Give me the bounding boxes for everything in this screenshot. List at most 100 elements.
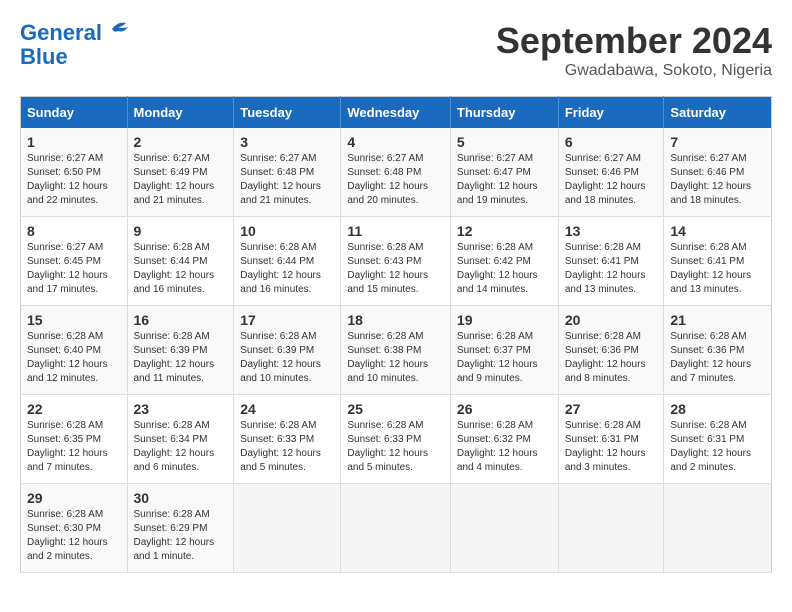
day-number: 11	[347, 223, 444, 239]
day-info: Sunrise: 6:28 AMSunset: 6:41 PMDaylight:…	[670, 242, 751, 295]
weekday-header: Thursday	[450, 97, 558, 129]
day-info: Sunrise: 6:28 AMSunset: 6:31 PMDaylight:…	[565, 420, 646, 473]
calendar-day-cell: 25 Sunrise: 6:28 AMSunset: 6:33 PMDaylig…	[341, 395, 451, 484]
calendar-day-cell	[341, 484, 451, 573]
day-info: Sunrise: 6:28 AMSunset: 6:44 PMDaylight:…	[134, 242, 215, 295]
calendar-day-cell: 7 Sunrise: 6:27 AMSunset: 6:46 PMDayligh…	[664, 128, 772, 217]
weekday-header: Saturday	[664, 97, 772, 129]
day-info: Sunrise: 6:28 AMSunset: 6:42 PMDaylight:…	[457, 242, 538, 295]
day-info: Sunrise: 6:28 AMSunset: 6:32 PMDaylight:…	[457, 420, 538, 473]
day-number: 15	[27, 312, 121, 328]
day-number: 24	[240, 401, 334, 417]
day-number: 6	[565, 134, 658, 150]
calendar-day-cell: 23 Sunrise: 6:28 AMSunset: 6:34 PMDaylig…	[127, 395, 234, 484]
calendar-day-cell: 30 Sunrise: 6:28 AMSunset: 6:29 PMDaylig…	[127, 484, 234, 573]
calendar-day-cell: 16 Sunrise: 6:28 AMSunset: 6:39 PMDaylig…	[127, 306, 234, 395]
calendar-day-cell: 9 Sunrise: 6:28 AMSunset: 6:44 PMDayligh…	[127, 217, 234, 306]
day-number: 19	[457, 312, 552, 328]
calendar-day-cell: 18 Sunrise: 6:28 AMSunset: 6:38 PMDaylig…	[341, 306, 451, 395]
day-number: 28	[670, 401, 765, 417]
day-info: Sunrise: 6:28 AMSunset: 6:39 PMDaylight:…	[240, 331, 321, 384]
calendar-day-cell: 21 Sunrise: 6:28 AMSunset: 6:36 PMDaylig…	[664, 306, 772, 395]
calendar-day-cell: 14 Sunrise: 6:28 AMSunset: 6:41 PMDaylig…	[664, 217, 772, 306]
day-info: Sunrise: 6:27 AMSunset: 6:48 PMDaylight:…	[347, 153, 428, 206]
day-number: 14	[670, 223, 765, 239]
calendar-day-cell	[558, 484, 664, 573]
day-info: Sunrise: 6:28 AMSunset: 6:33 PMDaylight:…	[347, 420, 428, 473]
day-number: 10	[240, 223, 334, 239]
day-info: Sunrise: 6:27 AMSunset: 6:49 PMDaylight:…	[134, 153, 215, 206]
calendar-day-cell: 4 Sunrise: 6:27 AMSunset: 6:48 PMDayligh…	[341, 128, 451, 217]
location: Gwadabawa, Sokoto, Nigeria	[496, 62, 772, 80]
calendar-day-cell: 10 Sunrise: 6:28 AMSunset: 6:44 PMDaylig…	[234, 217, 341, 306]
day-info: Sunrise: 6:27 AMSunset: 6:46 PMDaylight:…	[670, 153, 751, 206]
day-info: Sunrise: 6:28 AMSunset: 6:34 PMDaylight:…	[134, 420, 215, 473]
day-info: Sunrise: 6:28 AMSunset: 6:44 PMDaylight:…	[240, 242, 321, 295]
day-number: 22	[27, 401, 121, 417]
day-info: Sunrise: 6:28 AMSunset: 6:38 PMDaylight:…	[347, 331, 428, 384]
day-info: Sunrise: 6:28 AMSunset: 6:39 PMDaylight:…	[134, 331, 215, 384]
calendar-day-cell: 20 Sunrise: 6:28 AMSunset: 6:36 PMDaylig…	[558, 306, 664, 395]
calendar-day-cell	[664, 484, 772, 573]
day-number: 1	[27, 134, 121, 150]
day-info: Sunrise: 6:28 AMSunset: 6:41 PMDaylight:…	[565, 242, 646, 295]
day-number: 13	[565, 223, 658, 239]
weekday-header: Friday	[558, 97, 664, 129]
calendar-header-row: SundayMondayTuesdayWednesdayThursdayFrid…	[21, 97, 772, 129]
day-number: 29	[27, 490, 121, 506]
title-area: September 2024 Gwadabawa, Sokoto, Nigeri…	[496, 20, 772, 80]
day-number: 8	[27, 223, 121, 239]
day-number: 4	[347, 134, 444, 150]
day-number: 5	[457, 134, 552, 150]
day-number: 2	[134, 134, 228, 150]
calendar-day-cell: 5 Sunrise: 6:27 AMSunset: 6:47 PMDayligh…	[450, 128, 558, 217]
day-info: Sunrise: 6:27 AMSunset: 6:45 PMDaylight:…	[27, 242, 108, 295]
calendar-day-cell: 29 Sunrise: 6:28 AMSunset: 6:30 PMDaylig…	[21, 484, 128, 573]
calendar-day-cell: 1 Sunrise: 6:27 AMSunset: 6:50 PMDayligh…	[21, 128, 128, 217]
day-number: 17	[240, 312, 334, 328]
day-info: Sunrise: 6:27 AMSunset: 6:46 PMDaylight:…	[565, 153, 646, 206]
day-info: Sunrise: 6:27 AMSunset: 6:50 PMDaylight:…	[27, 153, 108, 206]
calendar-day-cell: 19 Sunrise: 6:28 AMSunset: 6:37 PMDaylig…	[450, 306, 558, 395]
calendar-day-cell: 27 Sunrise: 6:28 AMSunset: 6:31 PMDaylig…	[558, 395, 664, 484]
day-number: 27	[565, 401, 658, 417]
day-info: Sunrise: 6:27 AMSunset: 6:47 PMDaylight:…	[457, 153, 538, 206]
calendar-week-row: 1 Sunrise: 6:27 AMSunset: 6:50 PMDayligh…	[21, 128, 772, 217]
calendar-day-cell: 11 Sunrise: 6:28 AMSunset: 6:43 PMDaylig…	[341, 217, 451, 306]
calendar-table: SundayMondayTuesdayWednesdayThursdayFrid…	[20, 96, 772, 573]
logo-blue-text: Blue	[20, 44, 68, 69]
calendar-day-cell	[234, 484, 341, 573]
day-info: Sunrise: 6:28 AMSunset: 6:36 PMDaylight:…	[565, 331, 646, 384]
page-header: General Blue September 2024 Gwadabawa, S…	[20, 20, 772, 80]
calendar-day-cell: 8 Sunrise: 6:27 AMSunset: 6:45 PMDayligh…	[21, 217, 128, 306]
logo-text: General	[20, 20, 102, 46]
weekday-header: Wednesday	[341, 97, 451, 129]
day-info: Sunrise: 6:28 AMSunset: 6:36 PMDaylight:…	[670, 331, 751, 384]
day-info: Sunrise: 6:28 AMSunset: 6:37 PMDaylight:…	[457, 331, 538, 384]
calendar-week-row: 8 Sunrise: 6:27 AMSunset: 6:45 PMDayligh…	[21, 217, 772, 306]
weekday-header: Sunday	[21, 97, 128, 129]
day-number: 9	[134, 223, 228, 239]
weekday-header: Monday	[127, 97, 234, 129]
calendar-week-row: 29 Sunrise: 6:28 AMSunset: 6:30 PMDaylig…	[21, 484, 772, 573]
day-info: Sunrise: 6:28 AMSunset: 6:29 PMDaylight:…	[134, 509, 215, 562]
calendar-day-cell: 24 Sunrise: 6:28 AMSunset: 6:33 PMDaylig…	[234, 395, 341, 484]
calendar-day-cell	[450, 484, 558, 573]
day-info: Sunrise: 6:28 AMSunset: 6:35 PMDaylight:…	[27, 420, 108, 473]
calendar-day-cell: 15 Sunrise: 6:28 AMSunset: 6:40 PMDaylig…	[21, 306, 128, 395]
day-number: 12	[457, 223, 552, 239]
day-info: Sunrise: 6:28 AMSunset: 6:40 PMDaylight:…	[27, 331, 108, 384]
calendar-day-cell: 2 Sunrise: 6:27 AMSunset: 6:49 PMDayligh…	[127, 128, 234, 217]
logo-bird-icon	[104, 19, 132, 39]
calendar-day-cell: 26 Sunrise: 6:28 AMSunset: 6:32 PMDaylig…	[450, 395, 558, 484]
calendar-day-cell: 6 Sunrise: 6:27 AMSunset: 6:46 PMDayligh…	[558, 128, 664, 217]
calendar-day-cell: 3 Sunrise: 6:27 AMSunset: 6:48 PMDayligh…	[234, 128, 341, 217]
day-number: 16	[134, 312, 228, 328]
day-number: 7	[670, 134, 765, 150]
day-number: 20	[565, 312, 658, 328]
logo: General Blue	[20, 20, 132, 70]
day-info: Sunrise: 6:28 AMSunset: 6:31 PMDaylight:…	[670, 420, 751, 473]
day-info: Sunrise: 6:27 AMSunset: 6:48 PMDaylight:…	[240, 153, 321, 206]
weekday-header: Tuesday	[234, 97, 341, 129]
day-number: 18	[347, 312, 444, 328]
